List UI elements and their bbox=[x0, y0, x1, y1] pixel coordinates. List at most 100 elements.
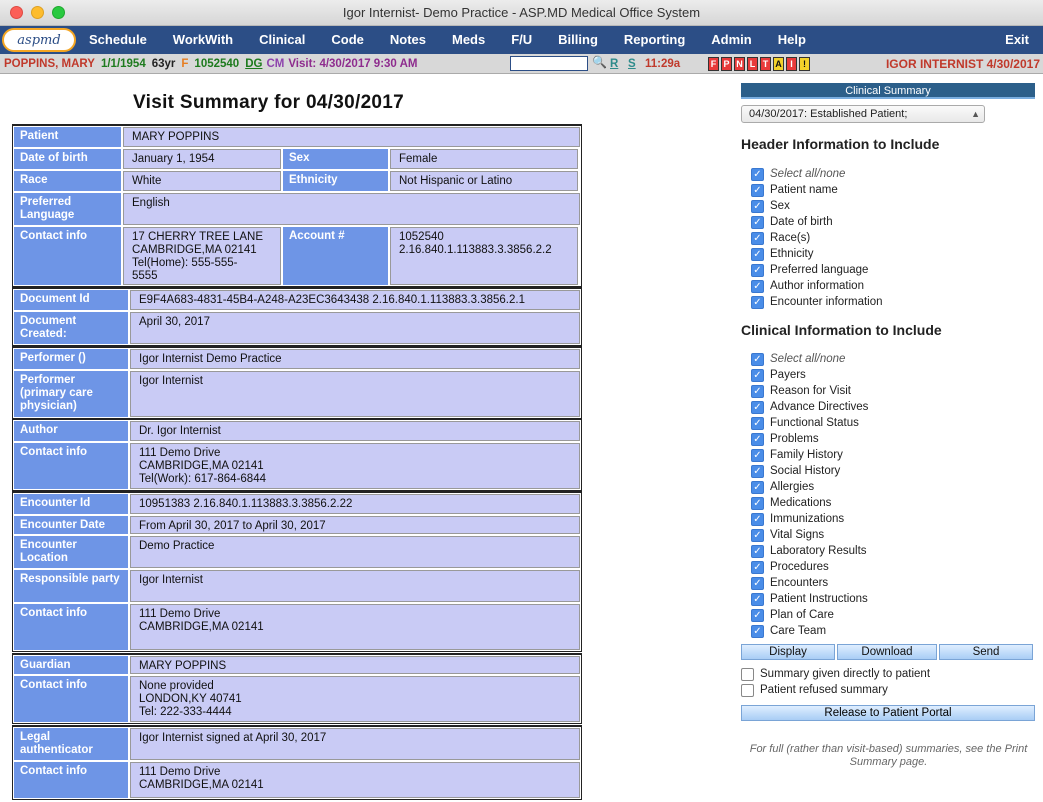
clinical-social-history[interactable]: ✓ Social History bbox=[751, 463, 868, 479]
header-dob[interactable]: ✓ Date of birth bbox=[751, 214, 883, 230]
menu-help[interactable]: Help bbox=[765, 26, 819, 54]
checkbox-icon[interactable] bbox=[741, 667, 754, 681]
checkbox-icon[interactable]: ✓ bbox=[751, 512, 764, 526]
download-button[interactable]: Download bbox=[837, 644, 937, 660]
checkbox-icon[interactable]: ✓ bbox=[751, 215, 764, 229]
clinical-care-team[interactable]: ✓ Care Team bbox=[751, 623, 868, 639]
header-language[interactable]: ✓ Preferred language bbox=[751, 262, 883, 278]
clinical-family-history[interactable]: ✓ Family History bbox=[751, 447, 868, 463]
clinical-patient-instructions[interactable]: ✓ Patient Instructions bbox=[751, 591, 868, 607]
checkbox-icon[interactable]: ✓ bbox=[751, 247, 764, 261]
checkbox-icon[interactable]: ✓ bbox=[751, 352, 764, 366]
menu-admin[interactable]: Admin bbox=[698, 26, 764, 54]
guardian-contact-value: None provided LONDON,KY 40741 Tel: 222-3… bbox=[130, 676, 580, 722]
clinical-reason[interactable]: ✓ Reason for Visit bbox=[751, 383, 868, 399]
clinical-plan-of-care[interactable]: ✓ Plan of Care bbox=[751, 607, 868, 623]
visit-select[interactable]: 04/30/2017: Established Patient; ▲ bbox=[741, 105, 985, 123]
checkbox-icon[interactable]: ✓ bbox=[751, 544, 764, 558]
header-author[interactable]: ✓ Author information bbox=[751, 278, 883, 294]
checkbox-icon[interactable] bbox=[741, 683, 754, 697]
checkbox-icon[interactable]: ✓ bbox=[751, 576, 764, 590]
minimize-window-button[interactable] bbox=[31, 6, 44, 19]
clinical-problems[interactable]: ✓ Problems bbox=[751, 431, 868, 447]
search-icon[interactable]: 🔍 bbox=[592, 55, 607, 69]
checkbox-icon[interactable]: ✓ bbox=[751, 368, 764, 382]
checkbox-icon[interactable]: ✓ bbox=[751, 592, 764, 606]
clinical-select-all[interactable]: ✓ Select all/none bbox=[751, 351, 868, 367]
clinical-procedures[interactable]: ✓ Procedures bbox=[751, 559, 868, 575]
visit-info[interactable]: Visit: 4/30/2017 9:30 AM bbox=[288, 58, 417, 70]
flag-t[interactable]: T bbox=[760, 57, 771, 71]
checkbox-icon[interactable]: ✓ bbox=[751, 400, 764, 414]
header-patient-name[interactable]: ✓ Patient name bbox=[751, 182, 883, 198]
menu-list: Schedule WorkWith Clinical Code Notes Me… bbox=[76, 26, 819, 54]
document-section: Document Id E9F4A683-4831-45B4-A248-A23E… bbox=[12, 287, 582, 346]
checkbox-icon[interactable]: ✓ bbox=[751, 167, 764, 181]
menu-meds[interactable]: Meds bbox=[439, 26, 498, 54]
exit-button[interactable]: Exit bbox=[1005, 26, 1029, 54]
document-id-value: E9F4A683-4831-45B4-A248-A23EC3643438 2.1… bbox=[130, 290, 580, 310]
checkbox-icon[interactable]: ✓ bbox=[751, 464, 764, 478]
s-link[interactable]: S bbox=[628, 58, 636, 70]
flag-n[interactable]: N bbox=[734, 57, 745, 71]
flag-f[interactable]: F bbox=[708, 57, 719, 71]
header-encounter[interactable]: ✓ Encounter information bbox=[751, 294, 883, 310]
zoom-window-button[interactable] bbox=[52, 6, 65, 19]
summary-given-option[interactable]: Summary given directly to patient bbox=[741, 666, 930, 682]
checkbox-icon[interactable]: ✓ bbox=[751, 263, 764, 277]
menu-workwith[interactable]: WorkWith bbox=[160, 26, 246, 54]
flag-i[interactable]: I bbox=[786, 57, 797, 71]
flag-alert[interactable]: ! bbox=[799, 57, 810, 71]
close-window-button[interactable] bbox=[10, 6, 23, 19]
checkbox-icon[interactable]: ✓ bbox=[751, 528, 764, 542]
flag-a[interactable]: A bbox=[773, 57, 784, 71]
header-ethnicity[interactable]: ✓ Ethnicity bbox=[751, 246, 883, 262]
cm-link[interactable]: CM bbox=[266, 58, 284, 70]
menu-clinical[interactable]: Clinical bbox=[246, 26, 318, 54]
header-sex[interactable]: ✓ Sex bbox=[751, 198, 883, 214]
patient-search-input[interactable] bbox=[510, 56, 588, 71]
menu-fu[interactable]: F/U bbox=[498, 26, 545, 54]
checkbox-icon[interactable]: ✓ bbox=[751, 295, 764, 309]
clinical-payers[interactable]: ✓ Payers bbox=[751, 367, 868, 383]
menu-reporting[interactable]: Reporting bbox=[611, 26, 698, 54]
race-value: White bbox=[123, 171, 281, 191]
checkbox-icon[interactable]: ✓ bbox=[751, 416, 764, 430]
header-race[interactable]: ✓ Race(s) bbox=[751, 230, 883, 246]
display-button[interactable]: Display bbox=[741, 644, 835, 660]
flag-p[interactable]: P bbox=[721, 57, 732, 71]
clinical-functional-status[interactable]: ✓ Functional Status bbox=[751, 415, 868, 431]
checkbox-icon[interactable]: ✓ bbox=[751, 183, 764, 197]
clinical-lab-results[interactable]: ✓ Laboratory Results bbox=[751, 543, 868, 559]
clinical-allergies[interactable]: ✓ Allergies bbox=[751, 479, 868, 495]
menu-code[interactable]: Code bbox=[318, 26, 377, 54]
menu-notes[interactable]: Notes bbox=[377, 26, 439, 54]
clinical-medications[interactable]: ✓ Medications bbox=[751, 495, 868, 511]
checkbox-icon[interactable]: ✓ bbox=[751, 199, 764, 213]
window-titlebar: Igor Internist- Demo Practice - ASP.MD M… bbox=[0, 0, 1043, 26]
checkbox-icon[interactable]: ✓ bbox=[751, 624, 764, 638]
clinical-immunizations[interactable]: ✓ Immunizations bbox=[751, 511, 868, 527]
clinical-advance-directives[interactable]: ✓ Advance Directives bbox=[751, 399, 868, 415]
checkbox-icon[interactable]: ✓ bbox=[751, 480, 764, 494]
summary-refused-option[interactable]: Patient refused summary bbox=[741, 682, 930, 698]
header-select-all[interactable]: ✓ Select all/none bbox=[751, 166, 883, 182]
checkbox-icon[interactable]: ✓ bbox=[751, 384, 764, 398]
checkbox-icon[interactable]: ✓ bbox=[751, 279, 764, 293]
checkbox-icon[interactable]: ✓ bbox=[751, 231, 764, 245]
checkbox-icon[interactable]: ✓ bbox=[751, 432, 764, 446]
clinical-vital-signs[interactable]: ✓ Vital Signs bbox=[751, 527, 868, 543]
release-to-portal-button[interactable]: Release to Patient Portal bbox=[741, 705, 1035, 721]
dg-link[interactable]: DG bbox=[245, 58, 262, 70]
menu-schedule[interactable]: Schedule bbox=[76, 26, 160, 54]
menu-billing[interactable]: Billing bbox=[545, 26, 611, 54]
clinical-encounters[interactable]: ✓ Encounters bbox=[751, 575, 868, 591]
checkbox-icon[interactable]: ✓ bbox=[751, 560, 764, 574]
r-link[interactable]: R bbox=[610, 58, 618, 70]
send-button[interactable]: Send bbox=[939, 644, 1033, 660]
patient-name-link[interactable]: POPPINS, MARY bbox=[4, 58, 95, 70]
flag-l[interactable]: L bbox=[747, 57, 758, 71]
checkbox-icon[interactable]: ✓ bbox=[751, 608, 764, 622]
checkbox-icon[interactable]: ✓ bbox=[751, 448, 764, 462]
checkbox-icon[interactable]: ✓ bbox=[751, 496, 764, 510]
